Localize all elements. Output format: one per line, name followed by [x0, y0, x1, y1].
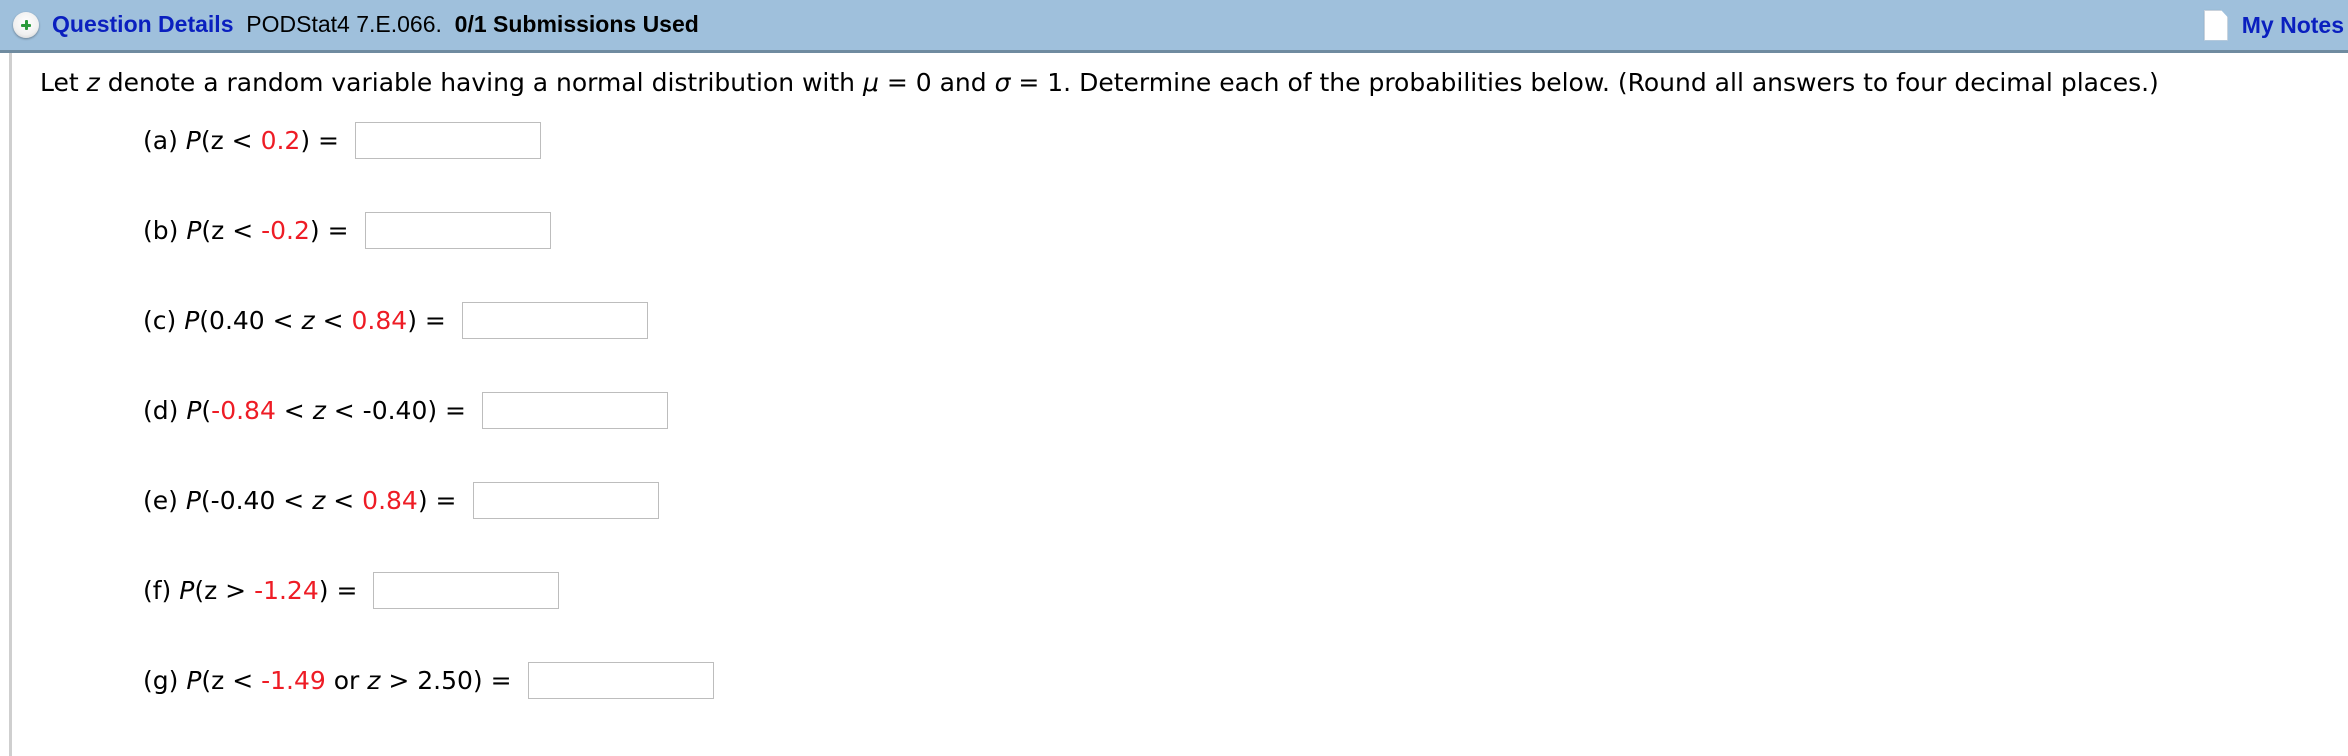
expression-text: P — [186, 396, 202, 425]
part-label: (f) — [143, 576, 180, 605]
value-highlight: -0.84 — [211, 396, 276, 425]
expression-text: ) = — [407, 306, 446, 335]
expression-text: P — [179, 576, 195, 605]
question-part-g: (g) P (z < -1.49 or z > 2.50) = — [143, 662, 714, 699]
expression-text: < -0.40) = — [325, 396, 467, 425]
value-highlight: 0.2 — [260, 126, 301, 155]
part-label: (b) — [143, 216, 187, 245]
expression-text: z — [367, 666, 381, 695]
expression-text: (0.40 < — [199, 306, 302, 335]
part-label: (c) — [143, 306, 185, 335]
part-label: (g) — [143, 666, 187, 695]
question-part-d: (d) P(-0.84 < z < -0.40) = — [143, 392, 669, 429]
answer-input-f[interactable] — [373, 572, 560, 609]
question-header: Question Details PODStat4 7.E.066. 0/1 S… — [0, 0, 2348, 53]
expression-text: (z < — [201, 666, 262, 695]
expression-text: < — [314, 306, 352, 335]
part-label: (e) — [143, 486, 186, 515]
answer-input-c[interactable] — [461, 302, 648, 339]
intro-text: = 1. Determine each of the probabilities… — [1010, 68, 2159, 97]
var-sigma: σ — [994, 68, 1011, 97]
answer-input-a[interactable] — [355, 122, 541, 159]
expression-text: (z < — [200, 126, 261, 155]
expression-text: z — [312, 396, 326, 425]
intro-text: Let — [40, 68, 87, 97]
expression-text: P — [186, 666, 202, 695]
expression-text: > 2.50) = — [380, 666, 512, 695]
expression-text: P — [185, 126, 201, 155]
plus-circle-icon[interactable] — [13, 12, 39, 38]
intro-text: denote a random variable having a normal… — [99, 68, 863, 97]
question-part-a: (a) P (z < 0.2) = — [143, 122, 541, 159]
question-details-link[interactable]: Question Details — [52, 11, 233, 37]
answer-input-g[interactable] — [527, 662, 714, 699]
value-highlight: -0.2 — [261, 216, 310, 245]
var-z: z — [86, 68, 100, 97]
expression-text: ) = — [318, 576, 358, 605]
value-highlight: 0.84 — [362, 486, 418, 515]
var-mu: μ — [862, 68, 879, 97]
intro-text: = 0 and — [878, 68, 995, 97]
expression-text: < — [325, 486, 363, 515]
answer-input-b[interactable] — [364, 212, 551, 249]
expression-text: ) = — [417, 486, 457, 515]
left-border — [9, 53, 12, 756]
expression-text: P — [186, 216, 202, 245]
question-id: PODStat4 7.E.066. — [246, 11, 442, 37]
expression-text: < — [275, 396, 313, 425]
question-part-e: (e) P (-0.40 < z < 0.84) = — [143, 482, 659, 519]
answer-input-e[interactable] — [472, 482, 659, 519]
my-notes-button[interactable]: My Notes — [2203, 9, 2344, 41]
expression-text: ( — [201, 396, 212, 425]
expression-text: (-0.40 < — [200, 486, 313, 515]
value-highlight: 0.84 — [351, 306, 408, 335]
expression-text: ) = — [300, 126, 339, 155]
question-intro: Let z denote a random variable having a … — [40, 66, 2159, 100]
expression-text: or — [325, 666, 368, 695]
expression-text: ) = — [309, 216, 349, 245]
question-part-c: (c) P (0.40 < z < 0.84) = — [143, 302, 648, 339]
value-highlight: -1.49 — [261, 666, 326, 695]
question-part-b: (b) P (z < -0.2) = — [143, 212, 551, 249]
expression-text: (z > — [194, 576, 255, 605]
expression-text: (z < — [201, 216, 262, 245]
question-part-f: (f) P (z > -1.24) = — [143, 572, 560, 609]
note-page-icon — [2203, 9, 2228, 41]
expression-text: P — [185, 486, 201, 515]
submissions-used: 0/1 Submissions Used — [454, 11, 699, 37]
part-label: (d) — [143, 396, 187, 425]
expression-text: P — [184, 306, 200, 335]
expression-text: z — [301, 306, 315, 335]
part-label: (a) — [143, 126, 186, 155]
value-highlight: -1.24 — [254, 576, 319, 605]
header-text: Question Details PODStat4 7.E.066. 0/1 S… — [52, 9, 699, 39]
my-notes-label[interactable]: My Notes — [2242, 12, 2344, 39]
expression-text: z — [312, 486, 326, 515]
answer-input-d[interactable] — [482, 392, 669, 429]
